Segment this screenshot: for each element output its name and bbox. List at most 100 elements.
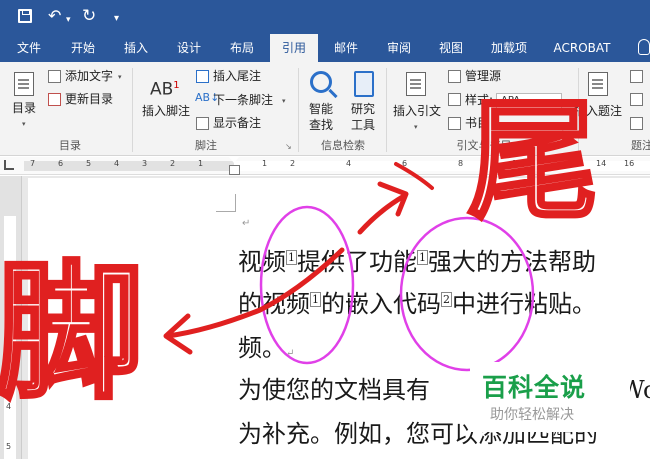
- ruler-number: 1: [198, 159, 204, 168]
- tab-home[interactable]: 开始: [60, 34, 106, 62]
- ruler-number: 4: [114, 159, 120, 168]
- tab-addins[interactable]: 加载项: [482, 34, 536, 62]
- add-text-dropdown-icon[interactable]: ▾: [118, 69, 122, 85]
- word-window: ↶ ▾ ↻ ▾ 文件 开始 插入 设计 布局 引用 邮件 审阅 视图 加载项 A…: [0, 0, 650, 459]
- citation-style-select[interactable]: APA ▾: [496, 93, 562, 109]
- vruler-number: 1: [6, 262, 12, 271]
- show-notes-button[interactable]: 显示备注: [213, 115, 261, 131]
- ruler-number: 6: [58, 159, 64, 168]
- tab-layout[interactable]: 布局: [219, 34, 265, 62]
- document-line[interactable]: 为使您的文档具有: [238, 376, 430, 404]
- group-separator: [132, 68, 133, 152]
- ruler-number: 14: [596, 159, 607, 168]
- manage-sources-icon[interactable]: [448, 70, 461, 83]
- group-label-toc: 目录: [59, 139, 81, 152]
- show-notes-icon[interactable]: [196, 117, 209, 130]
- tab-file[interactable]: 文件: [6, 34, 52, 62]
- add-text-icon[interactable]: [48, 70, 61, 83]
- tab-view[interactable]: 视图: [428, 34, 474, 62]
- watermark-title: 百科全说: [482, 373, 587, 402]
- vruler-number: 2: [6, 310, 12, 319]
- insert-endnote-icon[interactable]: [196, 70, 209, 83]
- insert-table-of-figures-icon[interactable]: [630, 70, 643, 83]
- ruler-number: 8: [458, 159, 464, 168]
- indent-marker[interactable]: [228, 157, 240, 175]
- text-run: 强大的方法帮助: [428, 248, 596, 276]
- vertical-ruler-text-area: [4, 216, 16, 459]
- table-of-contents-icon[interactable]: [14, 72, 34, 96]
- watermark-logo: 百科全说 助你轻松解决: [470, 362, 630, 432]
- tab-review[interactable]: 审阅: [376, 34, 422, 62]
- document-line[interactable]: 的视频 1的嵌入代码 2中进行粘贴。: [238, 290, 596, 318]
- watermark-subtitle: 助你轻松解决: [490, 407, 574, 423]
- tab-mailings[interactable]: 邮件: [323, 34, 369, 62]
- next-footnote-dropdown-icon[interactable]: ▾: [282, 93, 286, 109]
- document-line[interactable]: 视频 1提供了功能 1强大的方法帮助: [238, 248, 596, 276]
- footnotes-launcher-icon[interactable]: ↘: [285, 142, 292, 151]
- update-table-button[interactable]: 更新目录: [65, 91, 113, 107]
- bibliography-dropdown-icon[interactable]: ▾: [492, 116, 496, 132]
- toc-button[interactable]: 目录: [12, 100, 36, 116]
- title-bar: ↶ ▾ ↻ ▾: [0, 0, 650, 34]
- vruler-number: 4: [6, 402, 12, 411]
- ribbon-references: 目录 ▾ 添加文字 ▾ 更新目录 目录 AB1 插入脚注 插入尾注 AB↓ 下一…: [0, 62, 650, 156]
- margin-corner-mark: [216, 194, 236, 212]
- ruler-number: 12: [568, 159, 579, 168]
- save-icon[interactable]: [18, 9, 32, 23]
- tab-acrobat[interactable]: ACROBAT: [546, 34, 618, 62]
- smart-lookup-label-2[interactable]: 查找: [309, 117, 333, 133]
- bibliography-button[interactable]: 书目: [465, 115, 489, 131]
- manage-sources-button[interactable]: 管理源: [465, 68, 501, 84]
- group-separator: [386, 68, 387, 152]
- researcher-icon[interactable]: [354, 71, 374, 97]
- insert-caption-button[interactable]: 插入题注: [574, 103, 622, 119]
- ruler-number: 1: [262, 159, 268, 168]
- style-dropdown-icon[interactable]: ▾: [553, 94, 557, 108]
- undo-dropdown-icon[interactable]: ▾: [66, 10, 71, 30]
- text-run: 的嵌入代码: [321, 290, 441, 318]
- smart-lookup-label-1[interactable]: 智能: [309, 101, 333, 117]
- text-run: 频。: [238, 334, 286, 362]
- text-run: 中进行粘贴。: [452, 290, 596, 318]
- lightbulb-icon[interactable]: [638, 39, 650, 55]
- bibliography-icon[interactable]: [448, 117, 461, 130]
- researcher-label-1[interactable]: 研究: [351, 101, 375, 117]
- update-table-icon[interactable]: [48, 93, 61, 106]
- text-run: 为使您的文档具有: [238, 376, 430, 404]
- cross-reference-icon[interactable]: [630, 117, 643, 130]
- insert-citation-icon[interactable]: [406, 72, 426, 96]
- group-label-captions: 题注: [631, 139, 650, 152]
- footnote-ref[interactable]: 2: [441, 292, 452, 307]
- insert-caption-icon[interactable]: [588, 72, 608, 96]
- undo-icon[interactable]: ↶: [48, 6, 61, 26]
- ruler-number: 4: [346, 159, 352, 168]
- vruler-number: 5: [6, 442, 12, 451]
- footnote-ref[interactable]: 1: [286, 250, 297, 265]
- tab-insert[interactable]: 插入: [113, 34, 159, 62]
- tab-selector-icon[interactable]: [4, 160, 14, 170]
- insert-citation-dropdown-icon[interactable]: ▾: [414, 119, 418, 135]
- style-icon: [448, 93, 461, 106]
- update-table-of-figures-icon[interactable]: [630, 93, 643, 106]
- add-text-button[interactable]: 添加文字: [65, 68, 113, 84]
- tab-design[interactable]: 设计: [166, 34, 212, 62]
- toc-dropdown-icon[interactable]: ▾: [22, 116, 26, 132]
- insert-citation-button[interactable]: 插入引文: [393, 103, 441, 119]
- endnote-ref[interactable]: 1: [417, 250, 428, 265]
- insert-endnote-button[interactable]: 插入尾注: [213, 68, 261, 84]
- smart-lookup-icon[interactable]: [310, 71, 332, 93]
- tab-references[interactable]: 引用: [270, 34, 318, 62]
- ruler-number: 16: [624, 159, 635, 168]
- next-footnote-button[interactable]: 下一条脚注: [213, 92, 273, 108]
- insert-footnote-icon[interactable]: AB1: [150, 78, 180, 98]
- footnote-ref[interactable]: 1: [310, 292, 321, 307]
- text-run: 视频: [238, 248, 286, 276]
- style-label: 样式:: [465, 93, 494, 107]
- ruler-number: 3: [142, 159, 148, 168]
- ruler-number: 6: [402, 159, 408, 168]
- insert-footnote-button[interactable]: 插入脚注: [142, 103, 190, 119]
- researcher-label-2[interactable]: 工具: [351, 117, 375, 133]
- repeat-icon[interactable]: ↻: [82, 6, 96, 26]
- customize-quick-access-icon[interactable]: ▾: [114, 9, 119, 29]
- document-line[interactable]: 频。↵: [238, 334, 294, 368]
